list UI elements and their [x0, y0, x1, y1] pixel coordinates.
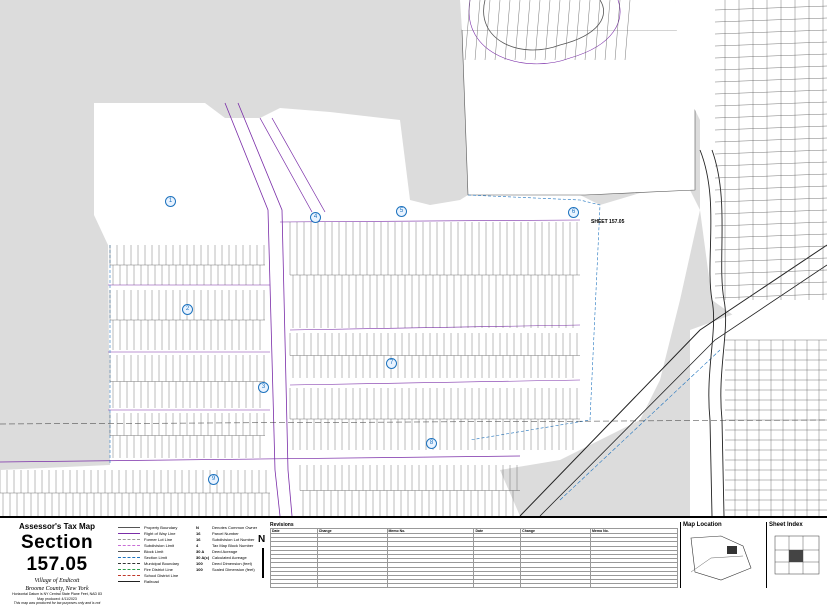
sheet-index-graphic — [774, 535, 820, 575]
legend-line-swatch — [118, 532, 140, 534]
block-number-marker: 5 — [396, 206, 407, 217]
section-number: Section 157.05 — [20, 532, 94, 575]
map-location-graphic — [690, 535, 752, 581]
legend-item: N Denotes Common Owner — [196, 524, 257, 530]
legend-label: Former Lot Line — [144, 536, 173, 542]
legend-item: 16 Subdivision Lot Number — [196, 536, 257, 542]
legend-symbol: 16 — [196, 530, 201, 536]
title-block: Assessor's Tax Map Section 157.05 Villag… — [2, 522, 112, 605]
map-location-inset: Map Location — [680, 522, 765, 588]
title-heading: Assessor's Tax Map — [18, 522, 95, 531]
legend-label: Subdivision Limit — [144, 542, 175, 548]
revisions-table: Revisions Date Change Memo No. Date Change Me… — [270, 522, 678, 589]
legend-label: Municipal Boundary — [144, 560, 180, 566]
legend-label: Fire District Line — [144, 566, 173, 572]
legend-symbol: 16 — [196, 536, 201, 542]
legend-item: Railroad — [118, 578, 179, 584]
legend-label: Calculated Acreage — [212, 554, 247, 560]
legend-symbol: 100 — [196, 566, 203, 572]
legend-symbol: 4 — [196, 542, 199, 548]
legend-label: Deed Dimension (feet) — [212, 560, 253, 566]
revisions-row — [270, 583, 678, 589]
sheet-index-inset: Sheet Index — [766, 522, 827, 588]
legend-label: Section Limit — [144, 554, 167, 560]
legend-line-swatch — [118, 568, 140, 570]
block-number-marker: 4 — [310, 212, 321, 223]
legend-label: Block Limit — [144, 548, 164, 554]
tax-map-canvas[interactable]: SHEET 157.05 1 2 3 4 5 6 7 8 9 — [0, 0, 827, 516]
legend-item: 100 Deed Dimension (feet) — [196, 560, 257, 566]
legend-item: 4 Tax Map Block Number — [196, 542, 257, 548]
parcel-map — [0, 0, 827, 516]
block-number-marker: 6 — [568, 207, 579, 218]
legend-label: Property Boundary — [144, 524, 178, 530]
legend-line-swatch — [118, 574, 140, 576]
legend-line-swatch — [118, 556, 140, 558]
legend-label: Tax Map Block Number — [212, 542, 254, 548]
legend-label: Subdivision Lot Number — [212, 536, 255, 542]
legend-line-types: Property Boundary Right of Way Line Former… — [118, 524, 179, 584]
north-arrow-shaft — [262, 548, 264, 578]
legend-label: Parcel Number — [212, 530, 239, 536]
datum-note: Horizontal Datum is NY Central State Pla… — [12, 592, 102, 596]
legend-line-swatch — [118, 538, 140, 540]
legend-label: Scaled Dimension (feet) — [212, 566, 255, 572]
legend-line-swatch — [118, 526, 140, 528]
block-number-marker: 1 — [165, 196, 176, 207]
north-arrow-icon: N — [258, 534, 266, 545]
legend-item: 100 Scaled Dimension (feet) — [196, 566, 257, 572]
sheet-label: SHEET 157.05 — [591, 219, 625, 225]
legend-label: Denotes Common Owner — [212, 524, 258, 530]
disclaimer: This map was produced for tax purposes o… — [13, 601, 101, 605]
village-name: Village of Endicott — [34, 578, 80, 584]
block-number-marker: 2 — [182, 304, 193, 315]
block-number-marker: 7 — [386, 358, 397, 369]
map-legend-panel: Assessor's Tax Map Section 157.05 Villag… — [0, 516, 827, 605]
legend-line-swatch — [118, 550, 140, 552]
legend-label: Right of Way Line — [144, 530, 176, 536]
legend-label: Railroad — [144, 578, 159, 584]
legend-line-swatch — [118, 580, 140, 582]
legend-line-swatch — [118, 562, 140, 564]
legend-line-swatch — [118, 544, 140, 546]
block-number-marker: 8 — [426, 438, 437, 449]
legend-symbol: 100 — [196, 560, 203, 566]
legend-label: School District Line — [144, 572, 179, 578]
legend-symbols: N Denotes Common Owner 16 Parcel Number 16 Su… — [196, 524, 257, 572]
block-number-marker: 9 — [208, 474, 219, 485]
legend-symbol: 30 A — [196, 548, 205, 554]
block-number-marker: 3 — [258, 382, 269, 393]
legend-label: Deed Acreage — [212, 548, 238, 554]
legend-symbol: 30 A(c) — [196, 554, 210, 560]
legend-symbol: N — [196, 524, 199, 530]
